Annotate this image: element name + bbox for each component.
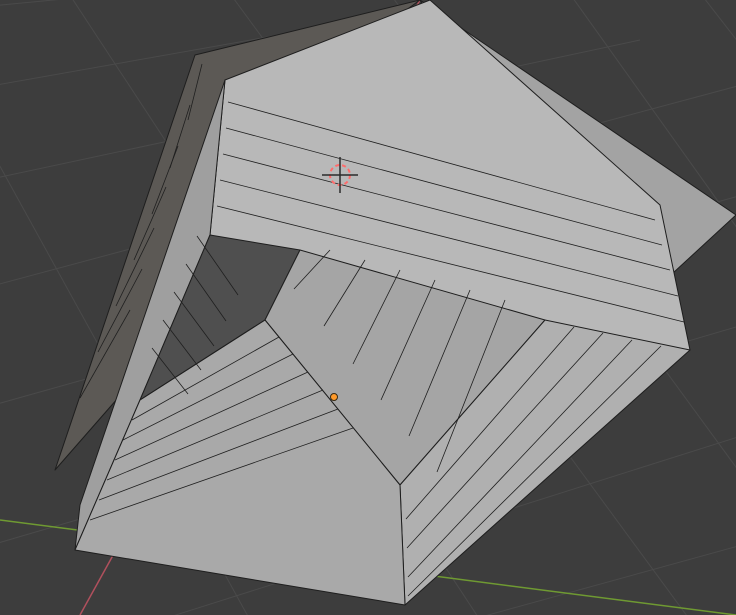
mesh-object[interactable] <box>54 0 736 606</box>
origin-point[interactable] <box>330 393 338 401</box>
3d-viewport[interactable] <box>0 0 736 615</box>
scene-canvas[interactable] <box>0 0 736 615</box>
